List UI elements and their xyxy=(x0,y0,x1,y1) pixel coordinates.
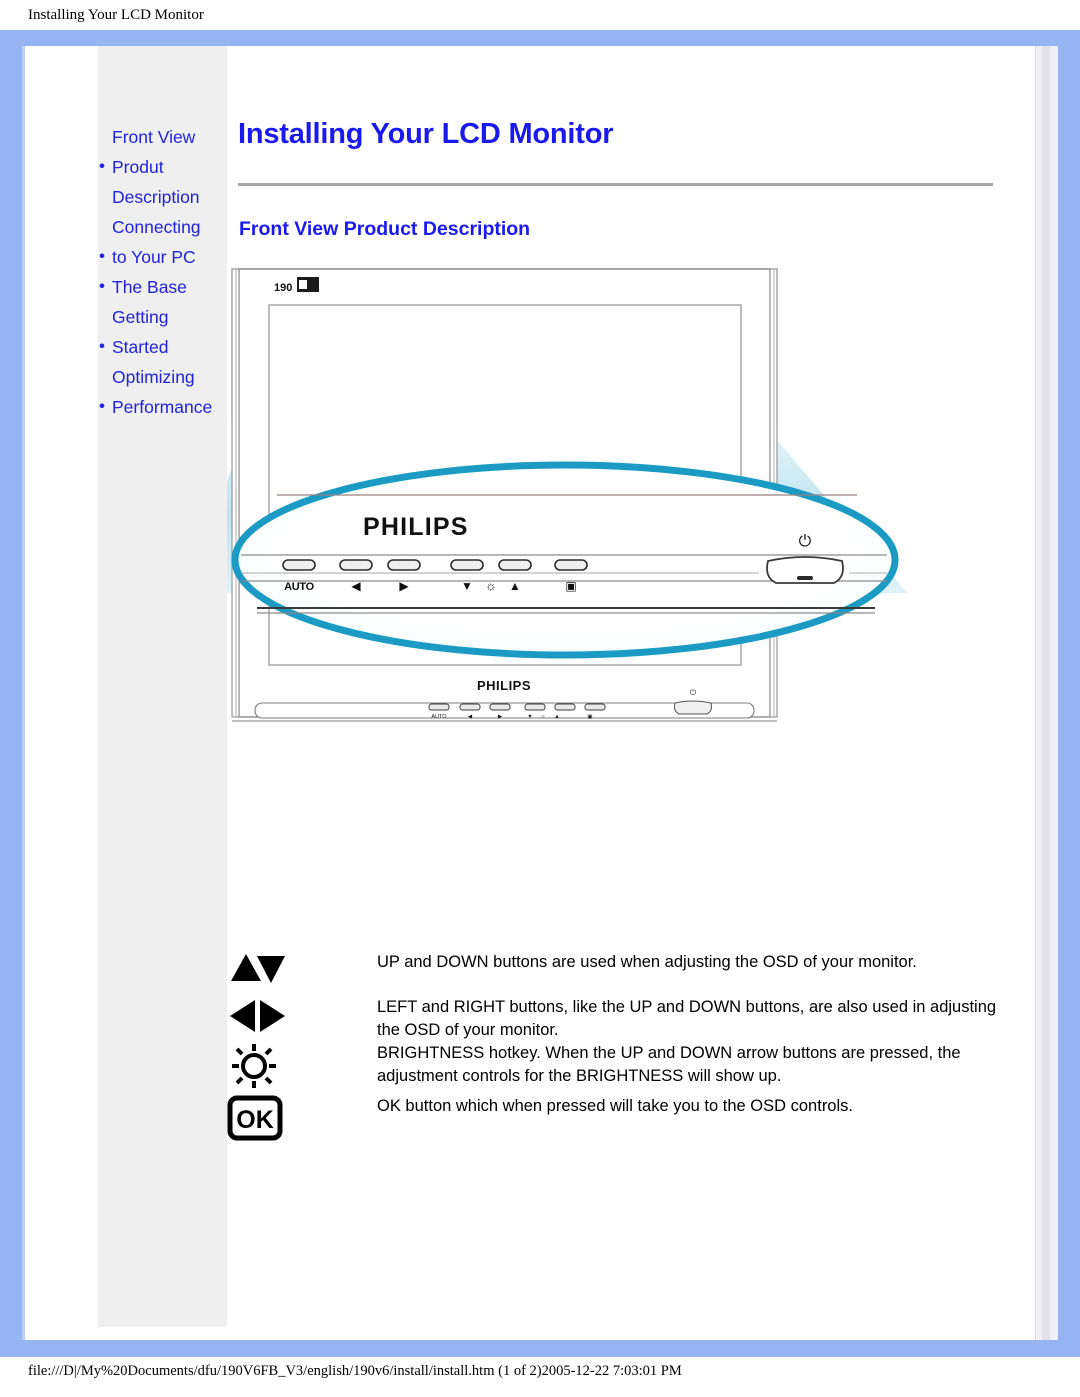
callout-down-button[interactable] xyxy=(450,559,484,571)
front-view-figure: 190 PHILIPS AUTO ◀ ▶ ▼ ☼ ▲ ▣ ⏻ PHILIPS A… xyxy=(227,263,1014,933)
sidebar-nav: Front View Produt Description Connecting… xyxy=(98,46,227,1327)
button-description-text: OK button which when pressed will take y… xyxy=(377,1097,853,1115)
button-description-table: UP and DOWN buttons are used when adjust… xyxy=(227,951,1004,1146)
brightness-icon xyxy=(227,1042,377,1095)
up-down-arrows-icon xyxy=(227,951,377,996)
ok-icon: OK xyxy=(227,1095,377,1146)
browser-page-frame: Front View Produt Description Connecting… xyxy=(0,30,1080,1357)
sidebar-item-label: Getting xyxy=(112,307,169,327)
print-footer: file:///D|/My%20Documents/dfu/190V6FB_V3… xyxy=(28,1363,682,1379)
svg-text:▲: ▲ xyxy=(509,579,521,593)
callout-auto-button[interactable] xyxy=(282,559,316,571)
sidebar-item-performance[interactable]: Performance xyxy=(98,394,227,420)
sidebar-item-front-view[interactable]: Front View xyxy=(98,124,227,150)
sidebar-item-description[interactable]: Description xyxy=(98,184,227,210)
sidebar-item-label: Started xyxy=(112,337,169,357)
table-row: LEFT and RIGHT buttons, like the UP and … xyxy=(227,996,1004,1042)
callout-left-button[interactable] xyxy=(339,559,373,571)
svg-text:▣: ▣ xyxy=(565,579,576,593)
table-row: OK OK button which when pressed will tak… xyxy=(227,1095,1004,1146)
magnified-callout: PHILIPS AUTO ◀ ▶ ▼ ☼ ▲ ▣ ⏻ xyxy=(231,461,899,659)
callout-ok-menu-button[interactable] xyxy=(554,559,588,571)
sidebar-item-label: to Your PC xyxy=(112,247,196,267)
content-wrapper: Front View Produt Description Connecting… xyxy=(35,46,1036,1340)
svg-text:OK: OK xyxy=(236,1106,274,1134)
sidebar-item-started[interactable]: Started xyxy=(98,334,227,360)
callout-power-icon: ⏻ xyxy=(799,533,812,550)
svg-text:☼: ☼ xyxy=(485,578,497,593)
sidebar-item-the-base[interactable]: The Base xyxy=(98,274,227,300)
callout-up-button[interactable] xyxy=(498,559,532,571)
sidebar-item-label: Optimizing xyxy=(112,367,195,387)
sidebar-item-label: Produt xyxy=(112,157,164,177)
page-content-area: Front View Produt Description Connecting… xyxy=(22,46,1058,1340)
main-content: Installing Your LCD Monitor Front View P… xyxy=(227,46,1014,1340)
sidebar-item-label: The Base xyxy=(112,277,187,297)
callout-brand-logo: PHILIPS xyxy=(363,513,469,541)
section-title: Front View Product Description xyxy=(239,218,531,240)
sidebar-item-getting[interactable]: Getting xyxy=(98,304,227,330)
callout-right-button[interactable] xyxy=(387,559,421,571)
table-row: UP and DOWN buttons are used when adjust… xyxy=(227,951,1004,996)
button-description-text: UP and DOWN buttons are used when adjust… xyxy=(377,953,917,971)
svg-text:◀: ◀ xyxy=(351,579,361,593)
sidebar-item-optimizing[interactable]: Optimizing xyxy=(98,364,227,390)
svg-text:▼: ▼ xyxy=(461,579,473,593)
scrollbar-track[interactable] xyxy=(1035,46,1058,1340)
sidebar-item-connecting[interactable]: Connecting xyxy=(98,214,227,240)
page-title: Installing Your LCD Monitor xyxy=(238,118,614,150)
brightness-sun-glyph xyxy=(232,1044,276,1088)
button-description-text: BRIGHTNESS hotkey. When the UP and DOWN … xyxy=(377,1044,961,1085)
sidebar-item-label: Connecting xyxy=(112,217,201,237)
left-right-arrows-icon xyxy=(227,996,377,1042)
sidebar-item-produt[interactable]: Produt xyxy=(98,154,227,180)
ok-button-glyph: OK xyxy=(227,1095,283,1141)
table-row: BRIGHTNESS hotkey. When the UP and DOWN … xyxy=(227,1042,1004,1095)
sidebar-item-label: Front View xyxy=(112,127,196,147)
button-description-text: LEFT and RIGHT buttons, like the UP and … xyxy=(377,998,997,1039)
up-down-arrows-glyph xyxy=(231,954,285,983)
print-header: Installing Your LCD Monitor xyxy=(28,7,204,23)
sidebar-item-label: Description xyxy=(112,187,200,207)
svg-text:▶: ▶ xyxy=(399,579,409,593)
left-right-arrows-glyph xyxy=(230,1000,285,1032)
sidebar-item-to-your-pc[interactable]: to Your PC xyxy=(98,244,227,270)
sidebar-item-label: Performance xyxy=(112,397,213,417)
svg-text:AUTO: AUTO xyxy=(284,581,315,593)
left-accent-bar xyxy=(22,46,35,1340)
scrollbar-thumb[interactable] xyxy=(1042,46,1050,1340)
